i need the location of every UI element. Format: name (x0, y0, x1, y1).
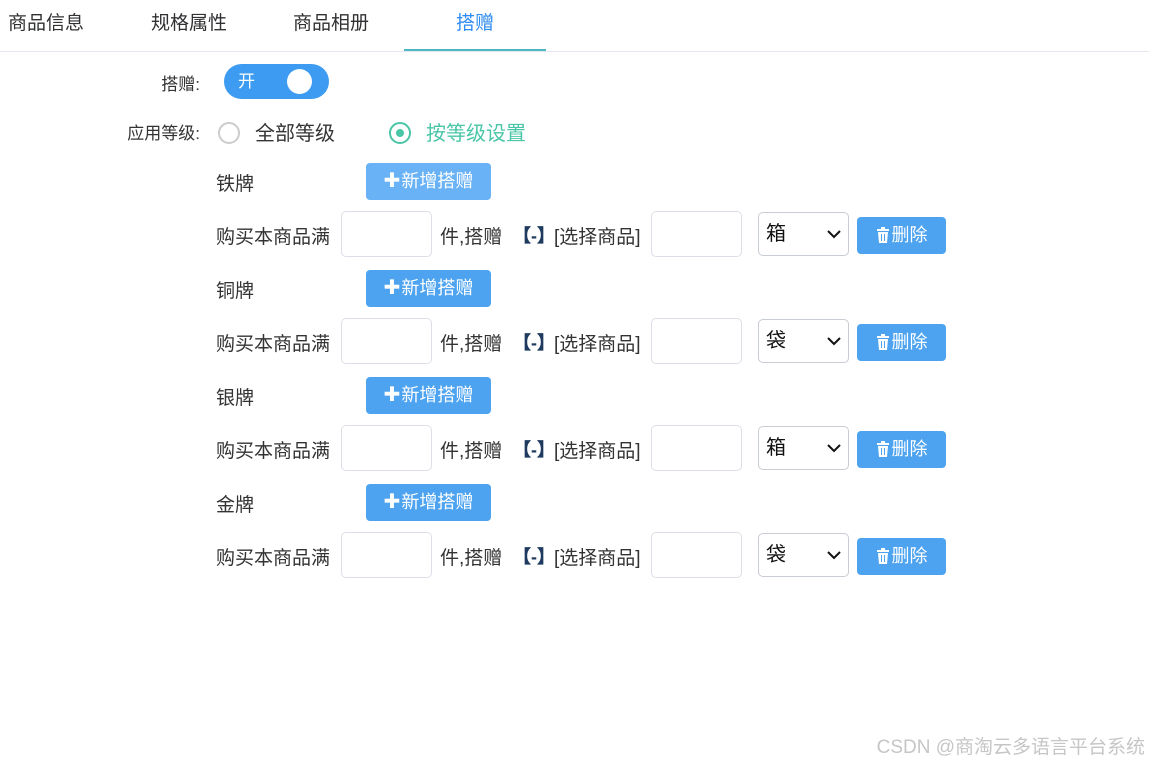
piece-gift-text: 件,搭赠 (440, 441, 503, 462)
gift-quantity-input[interactable] (651, 532, 742, 578)
chevron-down-icon (827, 337, 841, 346)
unit-select-value: 袋 (766, 544, 786, 566)
plus-icon: ✚ (383, 170, 401, 192)
quantity-input[interactable] (341, 211, 432, 257)
unit-select[interactable]: 箱 (758, 426, 849, 470)
add-gift-button-bronze[interactable]: ✚新增搭赠 (366, 270, 491, 307)
trash-icon (876, 227, 889, 243)
unit-select-value: 箱 (766, 223, 786, 245)
gift-toggle-knob (287, 69, 312, 94)
remove-item-link[interactable]: 【-】 (513, 543, 555, 569)
delete-button[interactable]: 删除 (857, 431, 946, 468)
piece-gift-text: 件,搭赠 (440, 227, 503, 248)
gift-toggle[interactable]: 开 (224, 64, 329, 99)
delete-label: 删除 (891, 225, 928, 245)
add-gift-label: 新增搭赠 (401, 278, 474, 298)
unit-select[interactable]: 箱 (758, 212, 849, 256)
buy-prefix-text: 购买本商品满 (216, 334, 331, 355)
delete-button[interactable]: 删除 (857, 217, 946, 254)
level-name-gold: 金牌 (216, 495, 255, 516)
level-name-iron: 铁牌 (216, 174, 255, 195)
tab-spec-attributes[interactable]: 规格属性 (151, 0, 227, 51)
level-name-silver: 银牌 (216, 388, 255, 409)
remove-item-link[interactable]: 【-】 (513, 222, 555, 248)
trash-icon (876, 548, 889, 564)
gift-quantity-input[interactable] (651, 318, 742, 364)
page: 商品信息 规格属性 商品相册 搭赠 搭赠: 开 应用等级: 全部等级 按等级设置… (0, 0, 1149, 767)
buy-prefix-text: 购买本商品满 (216, 227, 331, 248)
gift-label: 搭赠: (161, 75, 200, 94)
radio-by-level-label: 按等级设置 (426, 123, 526, 145)
watermark: CSDN @商淘云多语言平台系统 (876, 737, 1145, 758)
level-name-bronze: 铜牌 (216, 281, 255, 302)
select-product-link[interactable]: [选择商品] (554, 222, 641, 249)
plus-icon: ✚ (383, 277, 401, 299)
tab-product-info[interactable]: 商品信息 (8, 0, 84, 51)
unit-select-value: 袋 (766, 330, 786, 352)
tab-product-album[interactable]: 商品相册 (293, 0, 369, 51)
add-gift-button-iron[interactable]: ✚新增搭赠 (366, 163, 491, 200)
buy-prefix-text: 购买本商品满 (216, 548, 331, 569)
radio-checked-icon (389, 122, 411, 144)
plus-icon: ✚ (383, 384, 401, 406)
chevron-down-icon (827, 444, 841, 453)
tab-bar: 商品信息 规格属性 商品相册 搭赠 (0, 0, 1149, 52)
quantity-input[interactable] (341, 532, 432, 578)
chevron-down-icon (827, 230, 841, 239)
add-gift-label: 新增搭赠 (401, 492, 474, 512)
trash-icon (876, 334, 889, 350)
delete-label: 删除 (891, 439, 928, 459)
unit-select[interactable]: 袋 (758, 319, 849, 363)
tab-gift[interactable]: 搭赠 (404, 0, 546, 51)
delete-button[interactable]: 删除 (857, 538, 946, 575)
radio-circle-icon (218, 122, 240, 144)
add-gift-label: 新增搭赠 (401, 385, 474, 405)
select-product-link[interactable]: [选择商品] (554, 329, 641, 356)
quantity-input[interactable] (341, 318, 432, 364)
quantity-input[interactable] (341, 425, 432, 471)
chevron-down-icon (827, 551, 841, 560)
unit-select[interactable]: 袋 (758, 533, 849, 577)
delete-button[interactable]: 删除 (857, 324, 946, 361)
plus-icon: ✚ (383, 491, 401, 513)
add-gift-label: 新增搭赠 (401, 171, 474, 191)
buy-prefix-text: 购买本商品满 (216, 441, 331, 462)
gift-toggle-text: 开 (238, 72, 255, 91)
trash-icon (876, 441, 889, 457)
piece-gift-text: 件,搭赠 (440, 334, 503, 355)
apply-level-label: 应用等级: (127, 124, 200, 143)
delete-label: 删除 (891, 332, 928, 352)
remove-item-link[interactable]: 【-】 (513, 329, 555, 355)
select-product-link[interactable]: [选择商品] (554, 436, 641, 463)
gift-quantity-input[interactable] (651, 425, 742, 471)
piece-gift-text: 件,搭赠 (440, 548, 503, 569)
select-product-link[interactable]: [选择商品] (554, 543, 641, 570)
gift-quantity-input[interactable] (651, 211, 742, 257)
unit-select-value: 箱 (766, 437, 786, 459)
add-gift-button-silver[interactable]: ✚新增搭赠 (366, 377, 491, 414)
delete-label: 删除 (891, 546, 928, 566)
radio-all-levels-label: 全部等级 (255, 123, 335, 145)
add-gift-button-gold[interactable]: ✚新增搭赠 (366, 484, 491, 521)
remove-item-link[interactable]: 【-】 (513, 436, 555, 462)
